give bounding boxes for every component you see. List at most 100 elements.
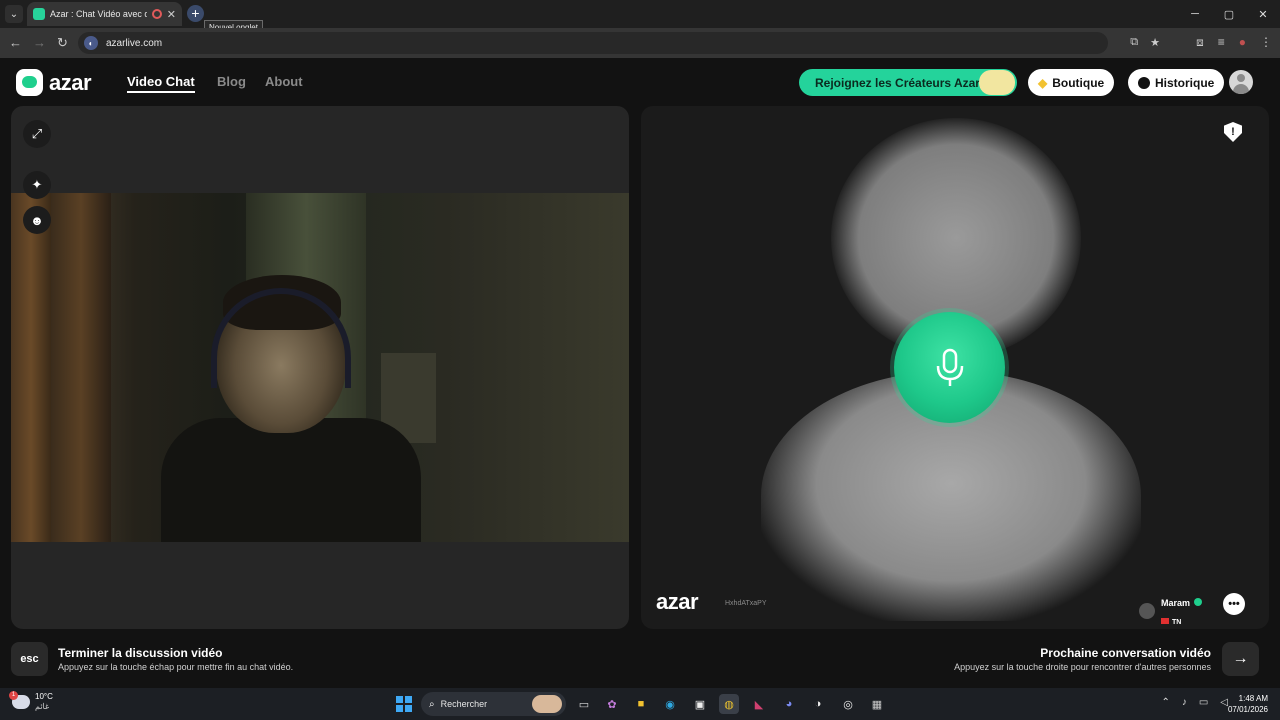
tab-search-chevron-icon[interactable]: ⌄ bbox=[5, 5, 23, 23]
nav-about[interactable]: About bbox=[265, 74, 303, 89]
url-text[interactable]: azarlive.com bbox=[106, 38, 162, 49]
curtain-middle bbox=[51, 193, 111, 542]
discord-icon[interactable]: ◕ bbox=[779, 694, 799, 714]
peer-info[interactable]: Maram TN bbox=[1139, 593, 1203, 629]
browser-toolbar: ← → ↻ ◐ azarlive.com ⧉ ★ ⧈ ≡ ● ⋮ bbox=[0, 28, 1280, 58]
weather-temperature: 10°C bbox=[35, 692, 53, 701]
window-controls: ─ ▢ ✕ bbox=[1178, 0, 1280, 28]
remote-video-panel: ! azar HxhdATxaPY Maram TN ••• bbox=[641, 106, 1269, 629]
minimize-button[interactable]: ─ bbox=[1178, 0, 1212, 28]
clock-icon bbox=[1138, 76, 1150, 89]
weather-badge: 1 bbox=[9, 691, 18, 700]
system-tray: ⌃ ♪ ▭ ◁ bbox=[1161, 697, 1228, 708]
menu-kebab-icon[interactable]: ⋮ bbox=[1260, 35, 1272, 50]
remote-user-id: HxhdATxaPY bbox=[725, 600, 767, 607]
remote-footer: azar HxhdATxaPY Maram TN ••• bbox=[641, 581, 1269, 629]
taskbar: 1 10°C غائم ⌕ Rechercher ▭ ✿ ■ ◉ ▣ ◍ ◣ ◕… bbox=[0, 688, 1280, 720]
weather-widget[interactable]: 1 10°C غائم bbox=[9, 691, 53, 712]
shop-label: Boutique bbox=[1052, 75, 1105, 90]
steam-icon[interactable]: ◎ bbox=[838, 694, 858, 714]
network-icon[interactable]: ▭ bbox=[1199, 697, 1208, 708]
remote-azar-logo: azar bbox=[656, 589, 699, 614]
file-explorer-icon[interactable]: ■ bbox=[631, 694, 651, 714]
history-button[interactable]: Historique bbox=[1128, 69, 1225, 96]
windows-start-icon[interactable] bbox=[396, 696, 412, 712]
taskbar-search[interactable]: ⌕ Rechercher bbox=[421, 692, 566, 716]
circle-app-icon[interactable]: ◑ bbox=[808, 694, 828, 714]
address-bar[interactable]: ◐ azarlive.com bbox=[78, 32, 1108, 54]
logo-text: azar bbox=[49, 69, 92, 95]
tab-close-icon[interactable]: ✕ bbox=[167, 8, 176, 21]
self-camera-feed bbox=[11, 193, 629, 542]
nav-video-chat[interactable]: Video Chat bbox=[127, 74, 195, 93]
new-tab-button[interactable]: + bbox=[187, 5, 204, 22]
task-view-icon[interactable]: ▭ bbox=[574, 694, 594, 714]
address-actions: ⧉ ★ bbox=[1130, 36, 1160, 49]
back-arrow-icon[interactable]: ← bbox=[9, 35, 22, 50]
creators-illustration bbox=[979, 70, 1015, 95]
tunisia-flag-icon bbox=[1161, 618, 1169, 624]
volume-icon[interactable]: ◁ bbox=[1220, 697, 1228, 708]
next-arrow-button[interactable]: → bbox=[1222, 642, 1259, 676]
microphone-icon bbox=[936, 348, 963, 386]
history-label: Historique bbox=[1155, 75, 1215, 90]
azar-favicon-icon bbox=[33, 8, 45, 20]
bookmark-star-icon[interactable]: ★ bbox=[1150, 36, 1160, 49]
next-chat-description: Appuyez sur la touche droite pour rencon… bbox=[954, 662, 1211, 672]
azar-logo[interactable]: azar bbox=[16, 69, 92, 96]
extensions-icon[interactable]: ⧈ bbox=[1196, 35, 1204, 50]
peer-avatar bbox=[1139, 603, 1155, 619]
weather-condition: غائم bbox=[35, 702, 50, 711]
azar-page: azar Video Chat Blog About Rejoignez les… bbox=[0, 58, 1280, 688]
site-info-icon[interactable]: ◐ bbox=[84, 36, 98, 50]
reload-icon[interactable]: ↻ bbox=[57, 35, 68, 51]
tab-title: Azar : Chat Vidéo avec de n bbox=[50, 9, 147, 19]
end-chat-description: Appuyez sur la touche échap pour mettre … bbox=[58, 662, 294, 672]
self-video-panel: ⤢ ✦ ☻ bbox=[11, 106, 629, 629]
person-body bbox=[161, 418, 421, 542]
chrome-icon[interactable]: ◍ bbox=[719, 694, 739, 714]
join-creators-button[interactable]: Rejoignez les Créateurs Azar bbox=[799, 69, 1017, 96]
visual-studio-icon[interactable]: ◣ bbox=[749, 694, 769, 714]
peer-name: Maram bbox=[1161, 598, 1191, 608]
profile-icon[interactable]: ● bbox=[1239, 35, 1246, 50]
filter-face-icon[interactable]: ☻ bbox=[23, 206, 51, 234]
user-avatar[interactable] bbox=[1229, 70, 1253, 94]
effects-sparkle-icon[interactable]: ✦ bbox=[23, 171, 51, 199]
cloud-icon: 1 bbox=[9, 691, 30, 709]
esc-key-button[interactable]: esc bbox=[11, 642, 48, 676]
install-app-icon[interactable]: ⧉ bbox=[1130, 36, 1138, 49]
browser-tab-azar[interactable]: Azar : Chat Vidéo avec de n ✕ bbox=[27, 2, 182, 26]
expand-icon[interactable]: ⤢ bbox=[23, 120, 51, 148]
shop-button[interactable]: ◆ Boutique bbox=[1028, 69, 1115, 96]
close-window-button[interactable]: ✕ bbox=[1246, 0, 1280, 28]
taskbar-clock[interactable]: 1:48 AM 07/01/2026 bbox=[1228, 693, 1268, 715]
browser-tab-bar: ⌄ Azar : Chat Vidéo avec de n ✕ + Nouvel… bbox=[0, 0, 1280, 35]
nav-blog[interactable]: Blog bbox=[217, 74, 246, 89]
join-creators-label: Rejoignez les Créateurs Azar bbox=[815, 75, 980, 90]
gem-icon: ◆ bbox=[1038, 75, 1048, 90]
calculator-icon[interactable]: ▦ bbox=[867, 694, 887, 714]
clock-date: 07/01/2026 bbox=[1227, 705, 1268, 714]
peer-country: TN bbox=[1172, 619, 1182, 626]
maximize-button[interactable]: ▢ bbox=[1212, 0, 1246, 28]
search-highlight-image bbox=[532, 695, 562, 713]
media-controls-icon[interactable]: ≡ bbox=[1218, 35, 1225, 50]
tray-chevron-icon[interactable]: ⌃ bbox=[1161, 697, 1169, 708]
edge-icon[interactable]: ◉ bbox=[660, 694, 680, 714]
copilot-icon[interactable]: ✿ bbox=[602, 694, 622, 714]
browser-tools: ⧈ ≡ ● ⋮ bbox=[1196, 35, 1272, 50]
report-shield-icon[interactable]: ! bbox=[1224, 122, 1242, 142]
clock-time: 1:48 AM bbox=[1238, 694, 1268, 703]
forward-arrow-icon[interactable]: → bbox=[33, 35, 46, 50]
recording-indicator-icon bbox=[151, 9, 162, 19]
microphone-indicator bbox=[894, 312, 1005, 423]
azar-logo-icon bbox=[16, 69, 43, 96]
search-icon: ⌕ bbox=[429, 698, 435, 710]
search-placeholder: Rechercher bbox=[440, 699, 488, 709]
end-chat-title: Terminer la discussion vidéo bbox=[58, 646, 223, 660]
mic-tray-icon[interactable]: ♪ bbox=[1182, 697, 1187, 708]
store-icon[interactable]: ▣ bbox=[690, 694, 710, 714]
curtain-left bbox=[11, 193, 51, 542]
chat-bubble-icon[interactable]: ••• bbox=[1223, 593, 1245, 615]
